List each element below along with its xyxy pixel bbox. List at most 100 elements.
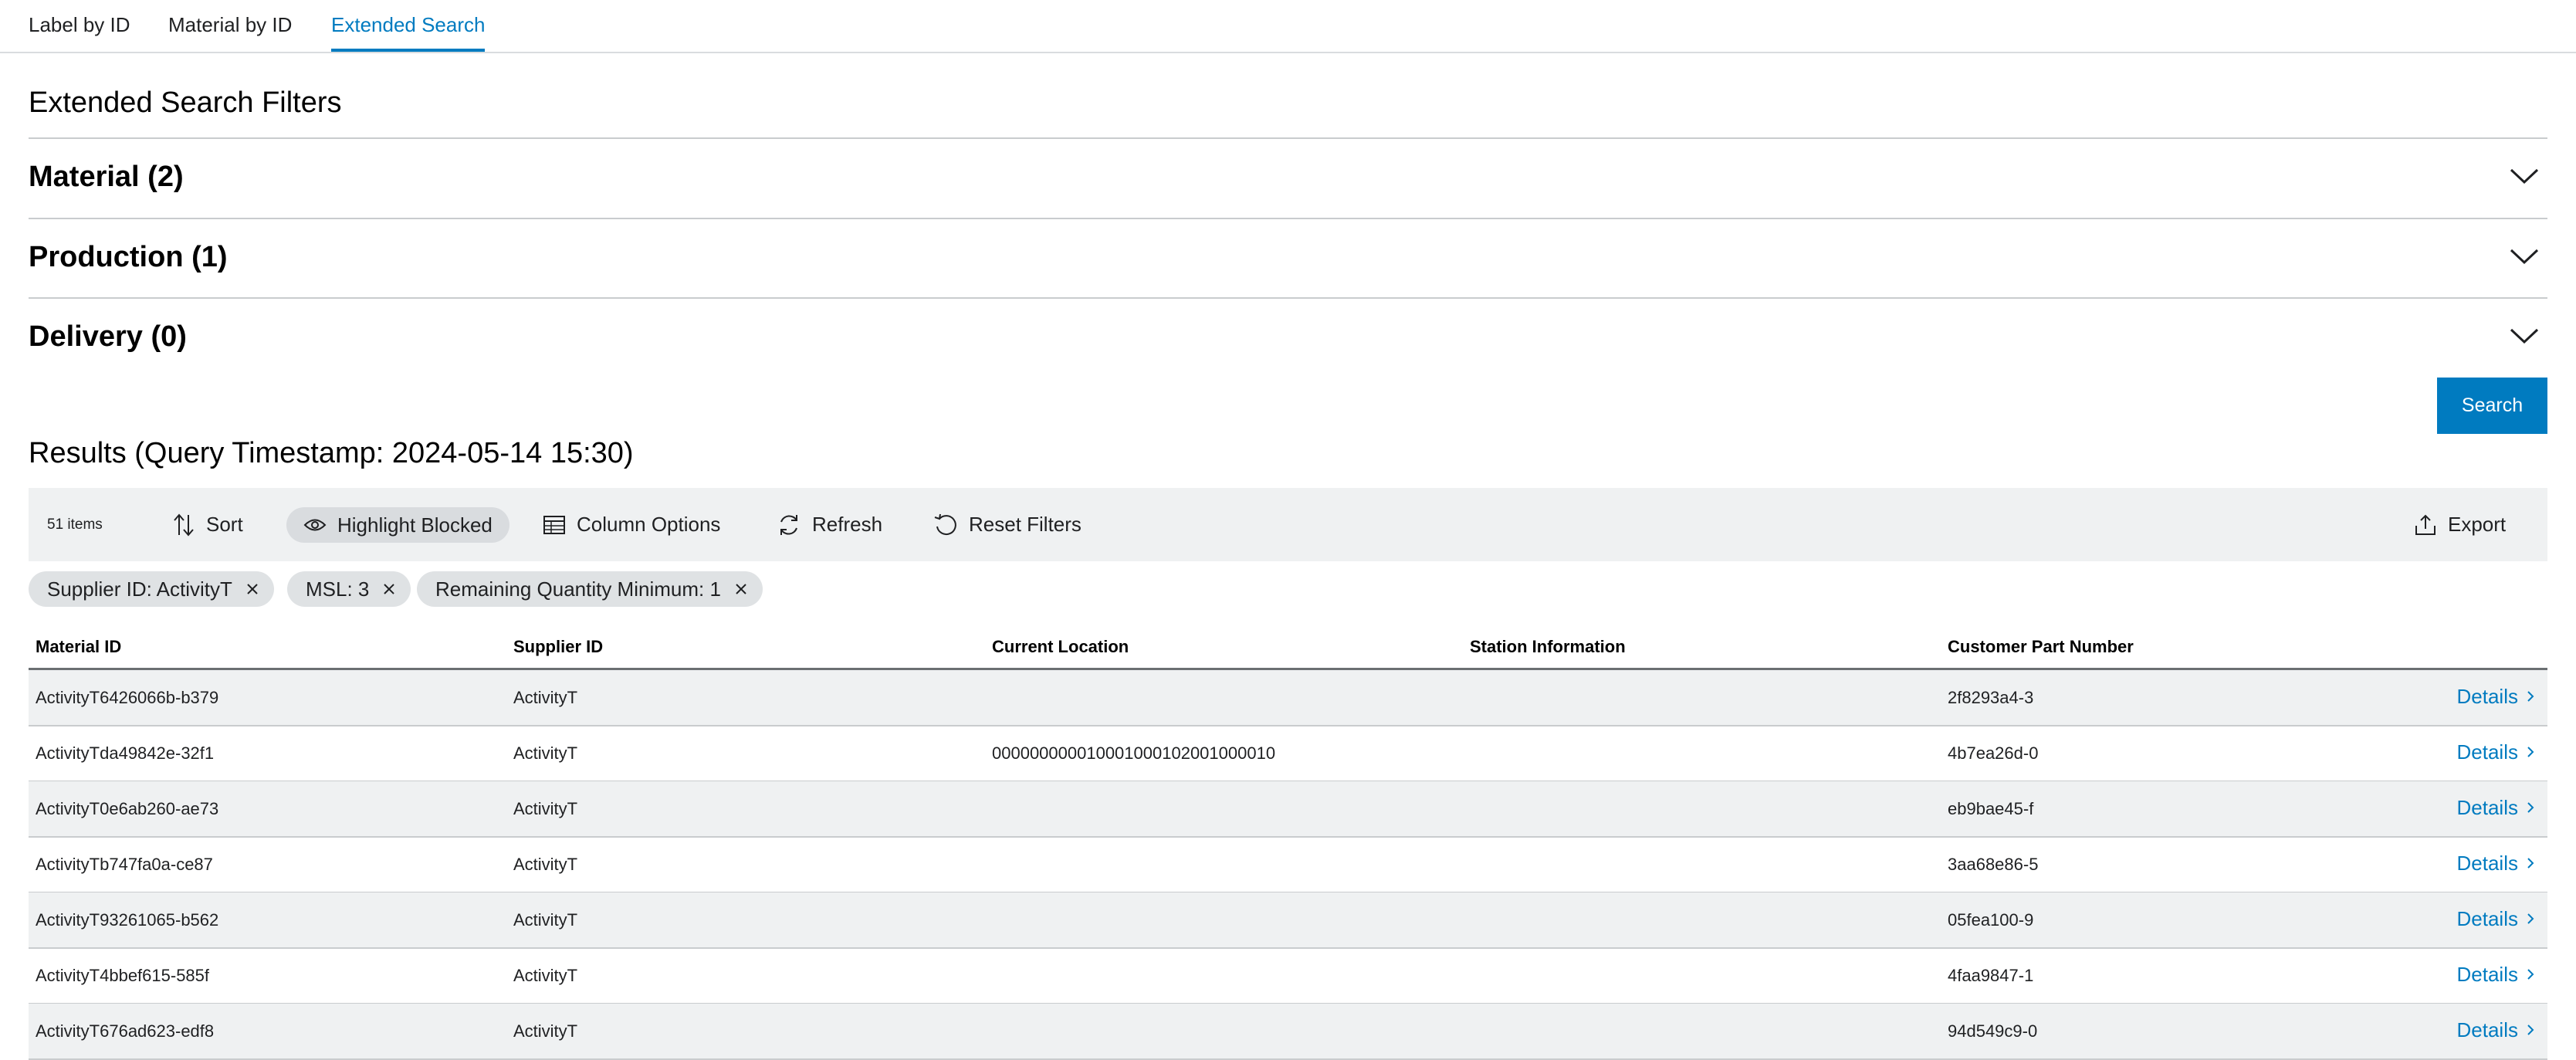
cell-supplier-id: ActivityT — [513, 1021, 578, 1041]
cell-supplier-id: ActivityT — [513, 855, 578, 874]
details-link[interactable]: Details — [2457, 781, 2535, 834]
filter-chip-msl: MSL: 3 — [287, 571, 411, 607]
details-link[interactable]: Details — [2457, 670, 2535, 723]
chevron-down-icon — [2510, 328, 2539, 344]
details-link[interactable]: Details — [2457, 948, 2535, 1001]
cell-supplier-id: ActivityT — [513, 910, 578, 930]
cell-customer-part-number: eb9bae45-f — [1948, 799, 2034, 818]
table-row[interactable]: ActivityT676ad623-edf8 ActivityT 94d549c9-… — [29, 1004, 2547, 1060]
cell-material-id: ActivityTb747fa0a-ce87 — [36, 855, 213, 874]
column-header-material-id[interactable]: Material ID — [36, 629, 121, 665]
cell-material-id: ActivityT93261065-b562 — [36, 910, 219, 930]
details-link[interactable]: Details — [2457, 726, 2535, 778]
chevron-right-icon — [2527, 802, 2534, 813]
details-label: Details — [2456, 963, 2518, 986]
column-header-station-information[interactable]: Station Information — [1470, 629, 1626, 665]
highlight-blocked-toggle[interactable]: Highlight Blocked — [286, 507, 509, 543]
reset-filters-label: Reset Filters — [969, 513, 1082, 536]
column-options-button[interactable]: Column Options — [543, 488, 720, 561]
column-header-current-location[interactable]: Current Location — [992, 629, 1129, 665]
export-label: Export — [2448, 513, 2507, 536]
cell-customer-part-number: 4faa9847-1 — [1948, 966, 2034, 985]
cell-customer-part-number: 2f8293a4-3 — [1948, 688, 2034, 707]
close-icon[interactable] — [245, 581, 260, 597]
chevron-right-icon — [2527, 747, 2534, 757]
table-row[interactable]: ActivityT4bbef615-585f ActivityT 4faa9847-… — [29, 948, 2547, 1004]
chip-label: MSL: 3 — [306, 577, 370, 601]
cell-material-id: ActivityT6426066b-b379 — [36, 688, 219, 707]
accordion-delivery[interactable]: Delivery (0) — [29, 299, 2547, 374]
chevron-right-icon — [2527, 1024, 2534, 1035]
table-header: Material ID Supplier ID Current Location… — [29, 629, 2547, 670]
chevron-right-icon — [2527, 969, 2534, 980]
extended-search-page: Label by ID Material by ID Extended Sear… — [0, 0, 2576, 1060]
search-button[interactable]: Search — [2437, 378, 2547, 434]
cell-material-id: ActivityT4bbef615-585f — [36, 966, 210, 985]
eye-icon — [303, 519, 327, 531]
chevron-right-icon — [2527, 691, 2534, 702]
refresh-button[interactable]: Refresh — [777, 488, 882, 561]
details-label: Details — [2456, 740, 2518, 764]
cell-customer-part-number: 94d549c9-0 — [1948, 1021, 2038, 1041]
cell-customer-part-number: 3aa68e86-5 — [1948, 855, 2039, 874]
results-title: Results (Query Timestamp: 2024-05-14 15:… — [29, 437, 634, 469]
filter-chip-remaining-quantity: Remaining Quantity Minimum: 1 — [417, 571, 763, 607]
export-button[interactable]: Export — [2414, 488, 2506, 561]
table-row[interactable]: ActivityTb747fa0a-ce87 ActivityT 3aa68e86-… — [29, 837, 2547, 893]
reset-icon — [934, 513, 956, 535]
accordion-delivery-label: Delivery (0) — [29, 320, 187, 353]
cell-customer-part-number: 05fea100-9 — [1948, 910, 2034, 930]
table-row[interactable]: ActivityT6426066b-b379 ActivityT 2f8293a4-… — [29, 670, 2547, 726]
filter-chip-supplier: Supplier ID: ActivityT — [29, 571, 274, 607]
chevron-down-icon — [2510, 168, 2539, 185]
items-count: 51 items — [47, 516, 103, 533]
tab-bar: Label by ID Material by ID Extended Sear… — [0, 0, 2576, 53]
details-link[interactable]: Details — [2457, 1004, 2535, 1056]
details-label: Details — [2456, 907, 2518, 930]
cell-current-location: 000000000010001000102001000010 — [992, 743, 1276, 763]
details-label: Details — [2456, 685, 2518, 708]
chip-label: Supplier ID: ActivityT — [47, 577, 232, 601]
reset-filters-button[interactable]: Reset Filters — [933, 488, 1082, 561]
refresh-label: Refresh — [812, 513, 883, 536]
accordion-material[interactable]: Material (2) — [29, 139, 2547, 215]
highlight-blocked-label: Highlight Blocked — [337, 513, 493, 537]
cell-material-id: ActivityT0e6ab260-ae73 — [36, 799, 219, 818]
close-icon[interactable] — [733, 581, 749, 597]
details-label: Details — [2456, 796, 2518, 819]
cell-customer-part-number: 4b7ea26d-0 — [1948, 743, 2039, 763]
cell-material-id: ActivityT676ad623-edf8 — [36, 1021, 215, 1041]
details-label: Details — [2456, 852, 2518, 875]
sort-button[interactable]: Sort — [172, 488, 243, 561]
chevron-down-icon — [2510, 249, 2539, 265]
cell-supplier-id: ActivityT — [513, 966, 578, 985]
cell-supplier-id: ActivityT — [513, 688, 578, 707]
table-row[interactable]: ActivityT0e6ab260-ae73 ActivityT eb9bae45-… — [29, 781, 2547, 838]
table-columns-icon — [543, 515, 565, 534]
cell-material-id: ActivityTda49842e-32f1 — [36, 743, 215, 763]
column-options-label: Column Options — [577, 513, 721, 536]
column-header-customer-part-number[interactable]: Customer Part Number — [1948, 629, 2134, 665]
details-link[interactable]: Details — [2457, 892, 2535, 945]
cell-supplier-id: ActivityT — [513, 799, 578, 818]
cell-supplier-id: ActivityT — [513, 743, 578, 763]
details-link[interactable]: Details — [2457, 837, 2535, 889]
filters-title: Extended Search Filters — [29, 86, 342, 119]
tab-material-by-id[interactable]: Material by ID — [168, 0, 292, 52]
tab-label-by-id[interactable]: Label by ID — [29, 0, 130, 52]
column-header-supplier-id[interactable]: Supplier ID — [513, 629, 603, 665]
tab-extended-search[interactable]: Extended Search — [331, 0, 486, 52]
close-icon[interactable] — [381, 581, 397, 597]
accordion-material-label: Material (2) — [29, 161, 184, 193]
refresh-icon — [780, 514, 797, 535]
chevron-right-icon — [2527, 858, 2534, 869]
accordion-production-label: Production (1) — [29, 241, 228, 273]
sort-label: Sort — [206, 513, 243, 536]
accordion-production[interactable]: Production (1) — [29, 219, 2547, 295]
chevron-right-icon — [2527, 913, 2534, 924]
table-row[interactable]: ActivityTda49842e-32f1 ActivityT 000000000… — [29, 726, 2547, 782]
results-toolbar: 51 items Sort Highlight Blocked Column O… — [29, 488, 2547, 561]
table-row[interactable]: ActivityT93261065-b562 ActivityT 05fea100-… — [29, 892, 2547, 949]
export-icon — [2415, 514, 2436, 535]
sort-icon — [174, 513, 194, 537]
